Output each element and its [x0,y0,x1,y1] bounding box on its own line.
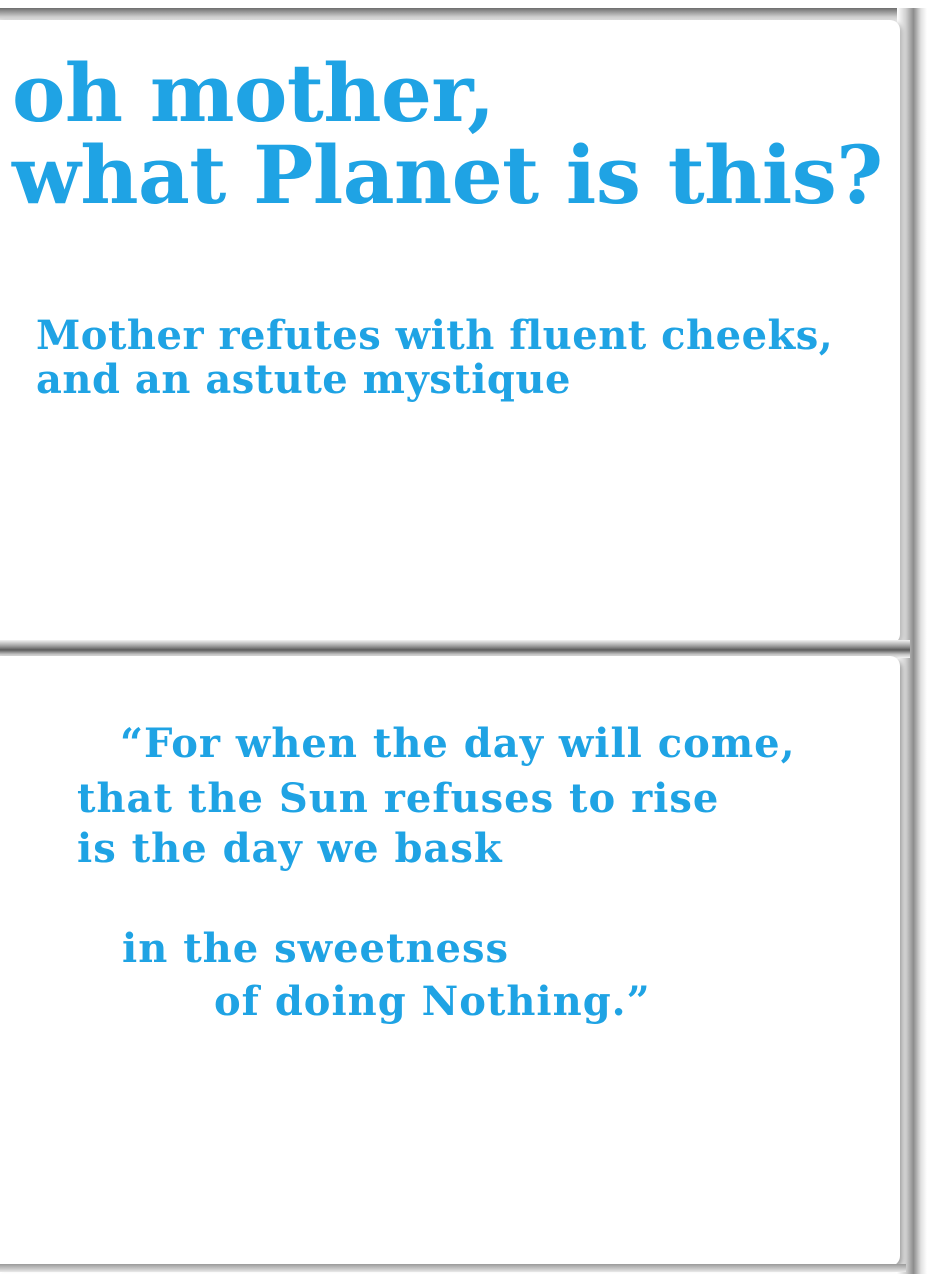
subtitle: Mother refutes with fluent cheeks, and a… [36,314,833,402]
title-line-2: what Planet is this? [12,128,883,222]
quote-line-2: that the Sun refuses to rise [77,775,720,822]
scanned-spread: oh mother, what Planet is this? Mother r… [0,0,927,1280]
page-title: oh mother, what Planet is this? [12,52,883,216]
subtitle-line-2: and an astute mystique [36,356,571,403]
quote-line-4: in the sweetness [122,925,510,972]
quote-line-5: of doing Nothing.” [214,978,651,1025]
bottom-page-edge [0,1264,906,1272]
quote-line-1: “For when the day will come, [120,720,796,767]
subtitle-line-1: Mother refutes with fluent cheeks, [36,312,834,359]
title-line-1: oh mother, [12,46,495,140]
quote-line-3: is the day we bask [77,825,503,872]
